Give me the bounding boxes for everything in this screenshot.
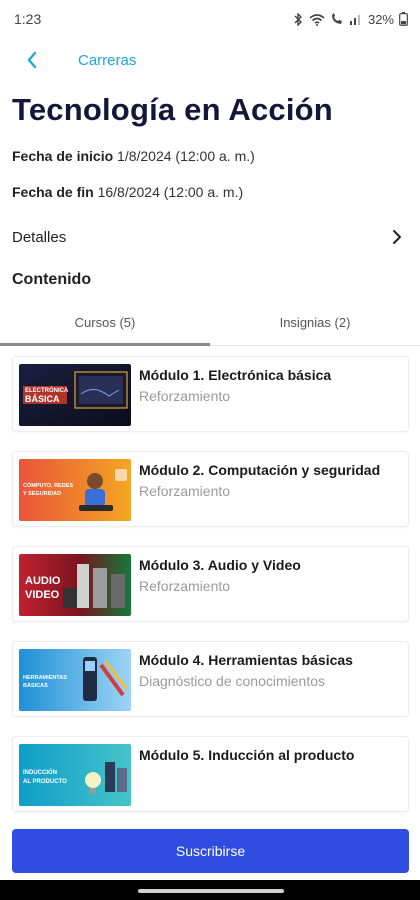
course-thumbnail: CÓMPUTO, REDES Y SEGURIDAD	[19, 459, 131, 521]
course-subtitle: Reforzamiento	[139, 578, 231, 594]
course-title: Módulo 3. Audio y Video	[139, 557, 301, 573]
thumb-text-line1: AUDIO	[25, 575, 61, 587]
battery-icon	[399, 12, 408, 26]
back-button[interactable]	[14, 42, 50, 78]
status-bar: 1:23 32%	[0, 0, 420, 38]
content-tabs: Cursos (5) Insignias (2)	[0, 300, 420, 346]
course-subtitle: Diagnóstico de conocimientos	[139, 673, 325, 689]
chevron-right-icon	[393, 230, 401, 244]
signal-icon	[349, 13, 363, 25]
thumb-text-line2: VIDEO	[25, 589, 60, 601]
course-card[interactable]: ELECTRÓNICA BÁSICA Módulo 1. Electrónica…	[12, 356, 409, 432]
tab-courses[interactable]: Cursos (5)	[0, 300, 210, 346]
start-date-value: 1/8/2024 (12:00 a. m.)	[117, 148, 255, 164]
course-title: Módulo 4. Herramientas básicas	[139, 652, 353, 668]
content-section-title: Contenido	[12, 271, 92, 288]
chevron-left-icon	[27, 51, 37, 69]
course-list: ELECTRÓNICA BÁSICA Módulo 1. Electrónica…	[12, 356, 409, 831]
status-icons: 32%	[293, 12, 408, 27]
details-row[interactable]: Detalles	[0, 222, 420, 252]
course-title: Módulo 2. Computación y seguridad	[139, 462, 381, 478]
subscribe-button[interactable]: Suscribirse	[12, 829, 409, 873]
back-link-label[interactable]: Carreras	[78, 52, 136, 69]
tab-badges[interactable]: Insignias (2)	[210, 300, 420, 345]
course-thumbnail: ELECTRÓNICA BÁSICA	[19, 364, 131, 426]
course-card[interactable]: CÓMPUTO, REDES Y SEGURIDAD Módulo 2. Com…	[12, 451, 409, 527]
course-card[interactable]: AUDIO VIDEO Módulo 3. Audio y Video Refo…	[12, 546, 409, 622]
thumb-text-line1: CÓMPUTO, REDES	[23, 481, 73, 489]
thumb-text-line1: HERRAMIENTAS	[23, 675, 67, 681]
course-thumbnail: INDUCCIÓN AL PRODUCTO	[19, 744, 131, 806]
thumb-text-line2: AL PRODUCTO	[23, 779, 67, 785]
page-title: Tecnología en Acción	[12, 92, 333, 127]
call-icon	[330, 12, 344, 26]
end-date-value: 16/8/2024 (12:00 a. m.)	[97, 184, 244, 200]
status-time: 1:23	[14, 11, 42, 27]
course-title: Módulo 5. Inducción al producto	[139, 747, 355, 763]
thumb-text-line1: INDUCCIÓN	[23, 768, 57, 776]
course-subtitle: Reforzamiento	[139, 388, 231, 404]
details-label: Detalles	[12, 228, 67, 246]
course-thumbnail: AUDIO VIDEO	[19, 554, 131, 616]
course-thumbnail: HERRAMIENTAS BÁSICAS	[19, 649, 131, 711]
start-date-row: Fecha de inicio 1/8/2024 (12:00 a. m.)	[12, 148, 255, 164]
home-indicator[interactable]	[138, 889, 284, 893]
thumb-text-line1: ELECTRÓNICA	[25, 386, 69, 394]
end-date-row: Fecha de fin 16/8/2024 (12:00 a. m.)	[12, 184, 243, 200]
course-title: Módulo 1. Electrónica básica	[139, 367, 332, 383]
thumb-text-line2: Y SEGURIDAD	[23, 491, 61, 497]
thumb-text-line2: BÁSICAS	[23, 682, 48, 689]
battery-level: 32%	[367, 11, 394, 27]
course-card[interactable]: INDUCCIÓN AL PRODUCTO Módulo 5. Inducció…	[12, 736, 409, 812]
wifi-icon	[309, 13, 325, 26]
course-subtitle: Reforzamiento	[139, 483, 231, 499]
top-nav: Carreras	[0, 42, 420, 78]
bluetooth-icon	[293, 12, 304, 26]
course-card[interactable]: HERRAMIENTAS BÁSICAS Módulo 4. Herramien…	[12, 641, 409, 717]
thumb-text-line2: BÁSICA	[25, 394, 60, 404]
end-date-label: Fecha de fin	[12, 184, 94, 200]
start-date-label: Fecha de inicio	[12, 148, 114, 164]
